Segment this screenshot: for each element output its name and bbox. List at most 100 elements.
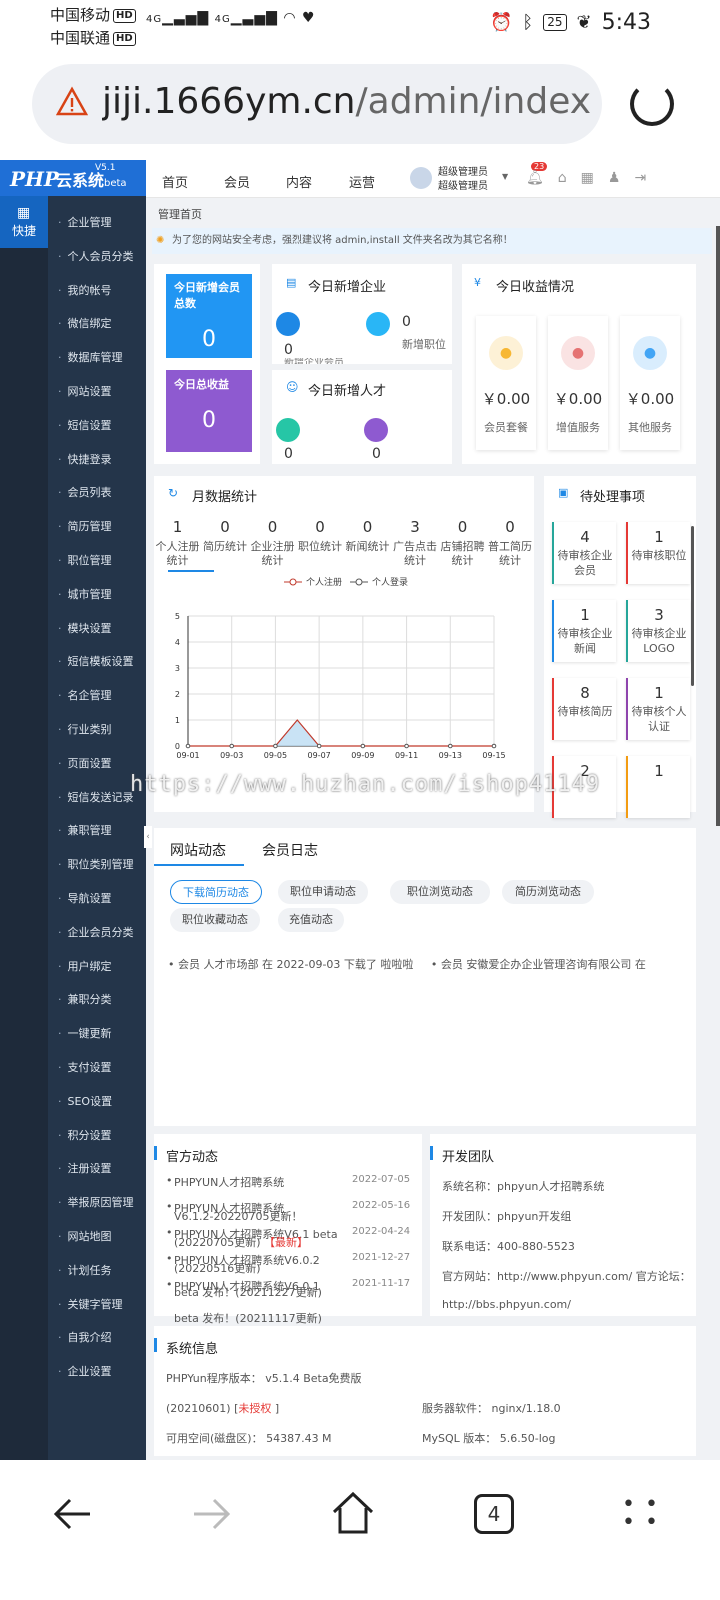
revenue-item[interactable]: ● ￥0.00 其他服务 — [620, 316, 680, 450]
filter-pill[interactable]: 简历浏览动态 — [502, 880, 594, 904]
today-income-box[interactable]: 今日总收益 0 — [166, 370, 252, 452]
sidebar-item[interactable]: 网站地图 — [58, 1228, 112, 1244]
sidebar-item[interactable]: 会员列表 — [58, 484, 112, 500]
revenue-item[interactable]: ● ￥0.00 增值服务 — [548, 316, 608, 450]
battery-indicator: 25 — [543, 14, 567, 31]
month-stat[interactable]: 0 新闻统计 — [344, 518, 391, 568]
official-item[interactable]: beta 发布！(20211117更新) — [174, 1310, 354, 1326]
filter-pill[interactable]: 职位收藏动态 — [170, 908, 260, 932]
pending-item[interactable]: 3 待审核企业LOGO — [626, 600, 690, 662]
sidebar-item[interactable]: 导航设置 — [58, 890, 112, 906]
sidebar-item[interactable]: 简历管理 — [58, 518, 112, 534]
sidebar-item[interactable]: 页面设置 — [58, 755, 112, 771]
nav-content[interactable]: 内容 — [286, 172, 312, 191]
month-stat[interactable]: 0 普工简历统计 — [487, 518, 534, 568]
reload-icon[interactable] — [630, 82, 674, 126]
month-stat[interactable]: 3 广告点击统计 — [392, 518, 439, 568]
forward-arrow-icon[interactable] — [190, 1492, 234, 1536]
sidebar-item[interactable]: 个人会员分类 — [58, 248, 134, 264]
sidebar-item[interactable]: 自我介绍 — [58, 1329, 112, 1345]
avatar[interactable] — [410, 167, 432, 189]
home-icon[interactable] — [330, 1490, 376, 1536]
sidebar-item[interactable]: 微信绑定 — [58, 315, 112, 331]
sidebar-item[interactable]: 注册设置 — [58, 1160, 112, 1176]
official-site[interactable]: 官方网站：http://www.phpyun.com/ 官方论坛： — [442, 1268, 691, 1284]
pending-item[interactable]: 8 待审核简历 — [552, 678, 616, 740]
user-icon[interactable]: ♟ — [608, 170, 621, 186]
feed-item[interactable]: • 会员 安徽爱企办企业管理咨询有限公司 在 — [431, 958, 646, 971]
tab-site-activity[interactable]: 网站动态 — [170, 840, 226, 860]
official-item[interactable]: 【最新】 — [264, 1234, 324, 1250]
sidebar-item[interactable]: 城市管理 — [58, 586, 112, 602]
month-stat[interactable]: 0 职位统计 — [297, 518, 344, 568]
filter-pill[interactable]: 充值动态 — [278, 908, 344, 932]
official-item[interactable]: V6.1.2-20220705更新！ — [174, 1208, 354, 1224]
sidebar-item[interactable]: 企业会员分类 — [58, 924, 134, 940]
back-arrow-icon[interactable] — [50, 1492, 94, 1536]
pending-item[interactable]: 4 待审核企业会员 — [552, 522, 616, 584]
sidebar-item[interactable]: 一键更新 — [58, 1025, 112, 1041]
sidebar-item[interactable]: 举报原因管理 — [58, 1194, 134, 1210]
grid-icon[interactable]: ▦ — [581, 170, 594, 186]
month-stat[interactable]: 0 企业注册统计 — [249, 518, 296, 568]
tabs-count-button[interactable]: 4 — [474, 1494, 514, 1534]
feed-item[interactable]: • 会员 人才市场部 在 2022-09-03 下载了 啦啦啦 — [168, 958, 413, 971]
sidebar-item[interactable]: 短信模板设置 — [58, 653, 134, 669]
admin-user[interactable]: 超级管理员 超级管理员 — [438, 166, 488, 194]
pending-item[interactable]: 1 待审核职位 — [626, 522, 690, 584]
quick-tab[interactable]: ▦ 快捷 — [0, 196, 48, 248]
bell-icon[interactable]: 🔔︎ — [526, 170, 544, 186]
month-stat[interactable]: 1 个人注册统计 — [154, 518, 201, 568]
tab-member-log[interactable]: 会员日志 — [262, 840, 318, 860]
pending-item[interactable]: 1 — [626, 756, 690, 818]
sidebar-item[interactable]: 短信发送记录 — [58, 789, 134, 805]
url-bar[interactable]: jiji.1666ym.cn/admin/index.ph — [32, 64, 602, 144]
unauthorized-label[interactable]: 未授权 — [238, 1402, 271, 1415]
filter-pill[interactable]: 职位浏览动态 — [390, 880, 490, 904]
sidebar-item[interactable]: 职位管理 — [58, 552, 112, 568]
official-item[interactable]: • PHPYUN人才招聘系统 — [166, 1174, 354, 1190]
logout-icon[interactable]: ⇥ — [634, 170, 646, 186]
sidebar-item[interactable]: SEO设置 — [58, 1093, 113, 1109]
sidebar-item[interactable]: 快捷登录 — [58, 451, 112, 467]
sidebar-item[interactable]: 兼职管理 — [58, 822, 112, 838]
pending-scrollbar[interactable] — [691, 526, 694, 686]
home-icon[interactable]: ⌂ — [558, 170, 567, 186]
pending-item[interactable]: 1 待审核企业新闻 — [552, 600, 616, 662]
nav-operation[interactable]: 运营 — [349, 172, 375, 191]
sidebar-item[interactable]: 支付设置 — [58, 1059, 112, 1075]
month-stat[interactable]: 0 店铺招聘统计 — [439, 518, 486, 568]
filter-pill[interactable]: 职位申请动态 — [278, 880, 368, 904]
sidebar-item[interactable]: 职位类别管理 — [58, 856, 134, 872]
revenue-item[interactable]: ● ￥0.00 会员套餐 — [476, 316, 536, 450]
today-members-box[interactable]: 今日新增会员总数 0 — [166, 274, 252, 358]
sidebar-item[interactable]: 关键字管理 — [58, 1296, 123, 1312]
sidebar-item[interactable]: 短信设置 — [58, 417, 112, 433]
official-item[interactable]: beta 发布！(20211227更新) — [174, 1284, 354, 1300]
sidebar-item[interactable]: 我的帐号 — [58, 282, 112, 298]
sidebar-item[interactable]: 行业类别 — [58, 721, 112, 737]
official-item[interactable]: (20220516更新) — [174, 1260, 354, 1276]
sidebar-item[interactable]: 积分设置 — [58, 1127, 112, 1143]
site-logo[interactable]: PHP 云系统 V5.1 beta — [0, 160, 146, 196]
nav-member[interactable]: 会员 — [224, 172, 250, 191]
nav-home[interactable]: 首页 — [162, 172, 188, 191]
chevron-down-icon[interactable]: ▼ — [502, 172, 508, 181]
sidebar-item[interactable]: 名企管理 — [58, 687, 112, 703]
sidebar-item[interactable]: 数据库管理 — [58, 349, 123, 365]
sidebar-collapse-handle[interactable]: ‹ — [144, 826, 152, 848]
main-scrollbar[interactable] — [716, 226, 720, 826]
sidebar-item[interactable]: 网站设置 — [58, 383, 112, 399]
official-forum[interactable]: http://bbs.phpyun.com/ — [442, 1298, 571, 1311]
sidebar-item[interactable]: 用户绑定 — [58, 958, 112, 974]
filter-pill[interactable]: 下载简历动态 — [170, 880, 262, 904]
url-text[interactable]: jiji.1666ym.cn/admin/index.ph — [102, 80, 592, 124]
sidebar-item[interactable]: 企业管理 — [58, 214, 112, 230]
sidebar-item[interactable]: 模块设置 — [58, 620, 112, 636]
more-icon[interactable]: •• •• — [622, 1494, 668, 1534]
pending-item[interactable]: 1 待审核个人认证 — [626, 678, 690, 740]
sidebar-item[interactable]: 兼职分类 — [58, 991, 112, 1007]
month-stat[interactable]: 0 简历统计 — [202, 518, 249, 568]
sidebar-item[interactable]: 计划任务 — [58, 1262, 112, 1278]
sidebar-item[interactable]: 企业设置 — [58, 1363, 112, 1379]
